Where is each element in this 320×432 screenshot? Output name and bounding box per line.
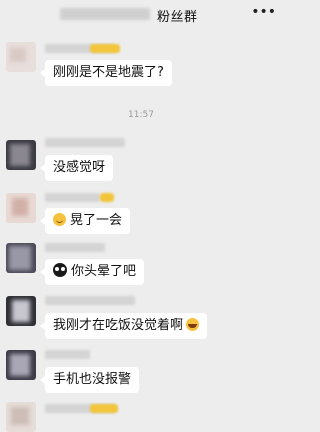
blurred-group-name bbox=[60, 8, 150, 20]
avatar[interactable] bbox=[6, 296, 36, 326]
sender-name-blurred bbox=[45, 138, 125, 147]
message-text: 我刚才在吃饭没觉着啊 bbox=[53, 318, 184, 333]
smile-emoji-icon bbox=[53, 213, 66, 226]
avatar[interactable] bbox=[6, 140, 36, 170]
message-text: 没感觉呀 bbox=[53, 160, 106, 175]
message-bubble[interactable]: 晃了一会 bbox=[39, 208, 131, 234]
avatar[interactable] bbox=[6, 350, 36, 380]
sender-name-blurred bbox=[45, 243, 105, 252]
sender-name-blurred bbox=[45, 350, 90, 359]
chat-header: 粉丝群 ••• bbox=[0, 0, 282, 30]
message-text: 刚刚是不是地震了? bbox=[53, 65, 164, 80]
message-text: 你头晕了吧 bbox=[71, 264, 137, 279]
group-title: 粉丝群 bbox=[157, 10, 198, 25]
message-bubble[interactable]: 你头晕了吧 bbox=[39, 259, 145, 285]
avatar[interactable] bbox=[6, 193, 36, 223]
message-text: 手机也没报警 bbox=[53, 372, 132, 387]
sender-name-blurred bbox=[45, 193, 100, 202]
message-bubble[interactable]: 没感觉呀 bbox=[39, 155, 114, 181]
owl-emoji-icon bbox=[53, 263, 67, 277]
message-text: 晃了一会 bbox=[70, 213, 123, 228]
message-bubble[interactable]: 手机也没报警 bbox=[39, 367, 140, 393]
laugh-cry-emoji-icon bbox=[186, 318, 200, 331]
more-icon[interactable]: ••• bbox=[251, 4, 276, 20]
avatar[interactable] bbox=[6, 402, 36, 432]
message-bubble[interactable]: 我刚才在吃饭没觉着啊 bbox=[39, 313, 208, 339]
avatar[interactable] bbox=[6, 243, 36, 273]
avatar[interactable] bbox=[6, 42, 36, 72]
sender-name-blurred bbox=[45, 296, 135, 305]
timestamp: 11:57 bbox=[128, 110, 154, 120]
message-bubble[interactable]: 刚刚是不是地震了? bbox=[40, 60, 172, 86]
